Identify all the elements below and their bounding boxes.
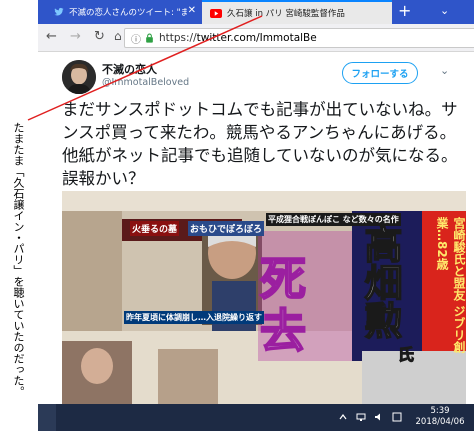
tweet-photo[interactable]: 火垂るの墓 おもひでぽろぽろ 平成狸合戦ぽんぽこ など数々の名作 昨年夏頃に体調…: [62, 191, 466, 404]
taskbar: 5:39 2018/04/06: [38, 404, 474, 431]
tab-twitter-label: 不滅の恋人さんのツイート: "また: [69, 8, 187, 18]
tab-list-chevron-icon[interactable]: ⌄: [440, 4, 449, 17]
user-handle[interactable]: @ImmotalBeloved: [102, 77, 189, 88]
chevron-down-icon[interactable]: ⌄: [440, 64, 449, 77]
tab-twitter[interactable]: 不滅の恋人さんのツイート: "また ✕: [38, 0, 202, 24]
close-icon[interactable]: ✕: [188, 5, 196, 16]
tab-youtube[interactable]: 久石譲 in パリ 宮崎駿監督作品: [202, 0, 392, 24]
reload-icon[interactable]: ↻: [94, 29, 105, 44]
start-area[interactable]: [38, 404, 56, 431]
new-tab-button[interactable]: +: [398, 1, 411, 20]
chevron-up-icon[interactable]: [338, 412, 348, 422]
ime-icon[interactable]: [392, 412, 402, 422]
forward-arrow-icon[interactable]: →: [70, 29, 81, 44]
network-icon[interactable]: [356, 412, 366, 422]
avatar[interactable]: [62, 60, 96, 94]
display-name[interactable]: 不滅の恋人: [102, 61, 157, 77]
annotation-strip: たまたま「久石譲イン・パリ」を聴いていたのだった。: [0, 0, 38, 431]
headline-kyo: 去: [259, 303, 307, 359]
url-host: twitter.com/ImmotalBe: [196, 32, 317, 44]
home-icon[interactable]: ⌂: [114, 29, 122, 43]
avatar-portrait-icon: [62, 60, 96, 94]
youtube-icon: [210, 8, 222, 18]
headline-suffix: 氏: [397, 345, 415, 365]
url-text: https://twitter.com/ImmotalBe: [159, 32, 317, 44]
address-bar[interactable]: ⓘ https://twitter.com/ImmotalBe: [124, 28, 474, 48]
volume-icon[interactable]: [374, 412, 384, 422]
info-icon[interactable]: ⓘ: [131, 31, 141, 46]
caption-health: 昨年夏頃に体調崩し…入退院繰り返す: [124, 311, 264, 324]
navigation-bar: ← → ↻ ⌂ ⓘ https://twitter.com/ImmotalBe: [38, 24, 474, 52]
clock-time: 5:39: [430, 406, 450, 416]
caption-omohide: おもひでぽろぽろ: [188, 221, 265, 236]
screenshot-root: たまたま「久石譲イン・パリ」を聴いていたのだった。 不滅の恋人さんのツイート: …: [0, 0, 474, 431]
browser-window: 不滅の恋人さんのツイート: "また ✕ 久石譲 in パリ 宮崎駿監督作品 + …: [38, 0, 474, 404]
follow-button[interactable]: フォローする: [342, 62, 418, 84]
tab-bar: 不滅の恋人さんのツイート: "また ✕ 久石譲 in パリ 宮崎駿監督作品 + …: [38, 0, 474, 24]
caption-ghibli: 宮崎駿氏と盟友 ジブリ創業…82歳: [435, 217, 466, 354]
clock-date: 2018/04/06: [415, 417, 465, 427]
taskbar-clock[interactable]: 5:39 2018/04/06: [410, 406, 470, 428]
url-scheme: https://: [159, 32, 197, 44]
twitter-bird-icon: [54, 7, 64, 16]
annotation-text: たまたま「久石譲イン・パリ」を聴いていたのだった。: [12, 122, 25, 397]
lock-icon: [146, 33, 153, 43]
tab-youtube-label: 久石譲 in パリ 宮崎駿監督作品: [227, 9, 345, 19]
back-arrow-icon[interactable]: ←: [46, 29, 57, 44]
tweet-card: 不滅の恋人 @ImmotalBeloved フォローする ⌄ まだサンスポドット…: [38, 52, 474, 404]
tweet-text: まだサンスポドットコムでも記事が出ていないね。サンスポ買って来たわ。競馬やるアン…: [62, 100, 458, 188]
caption-hotaru: 火垂るの墓: [130, 221, 180, 236]
headline-name: 高畑勲: [357, 224, 404, 340]
